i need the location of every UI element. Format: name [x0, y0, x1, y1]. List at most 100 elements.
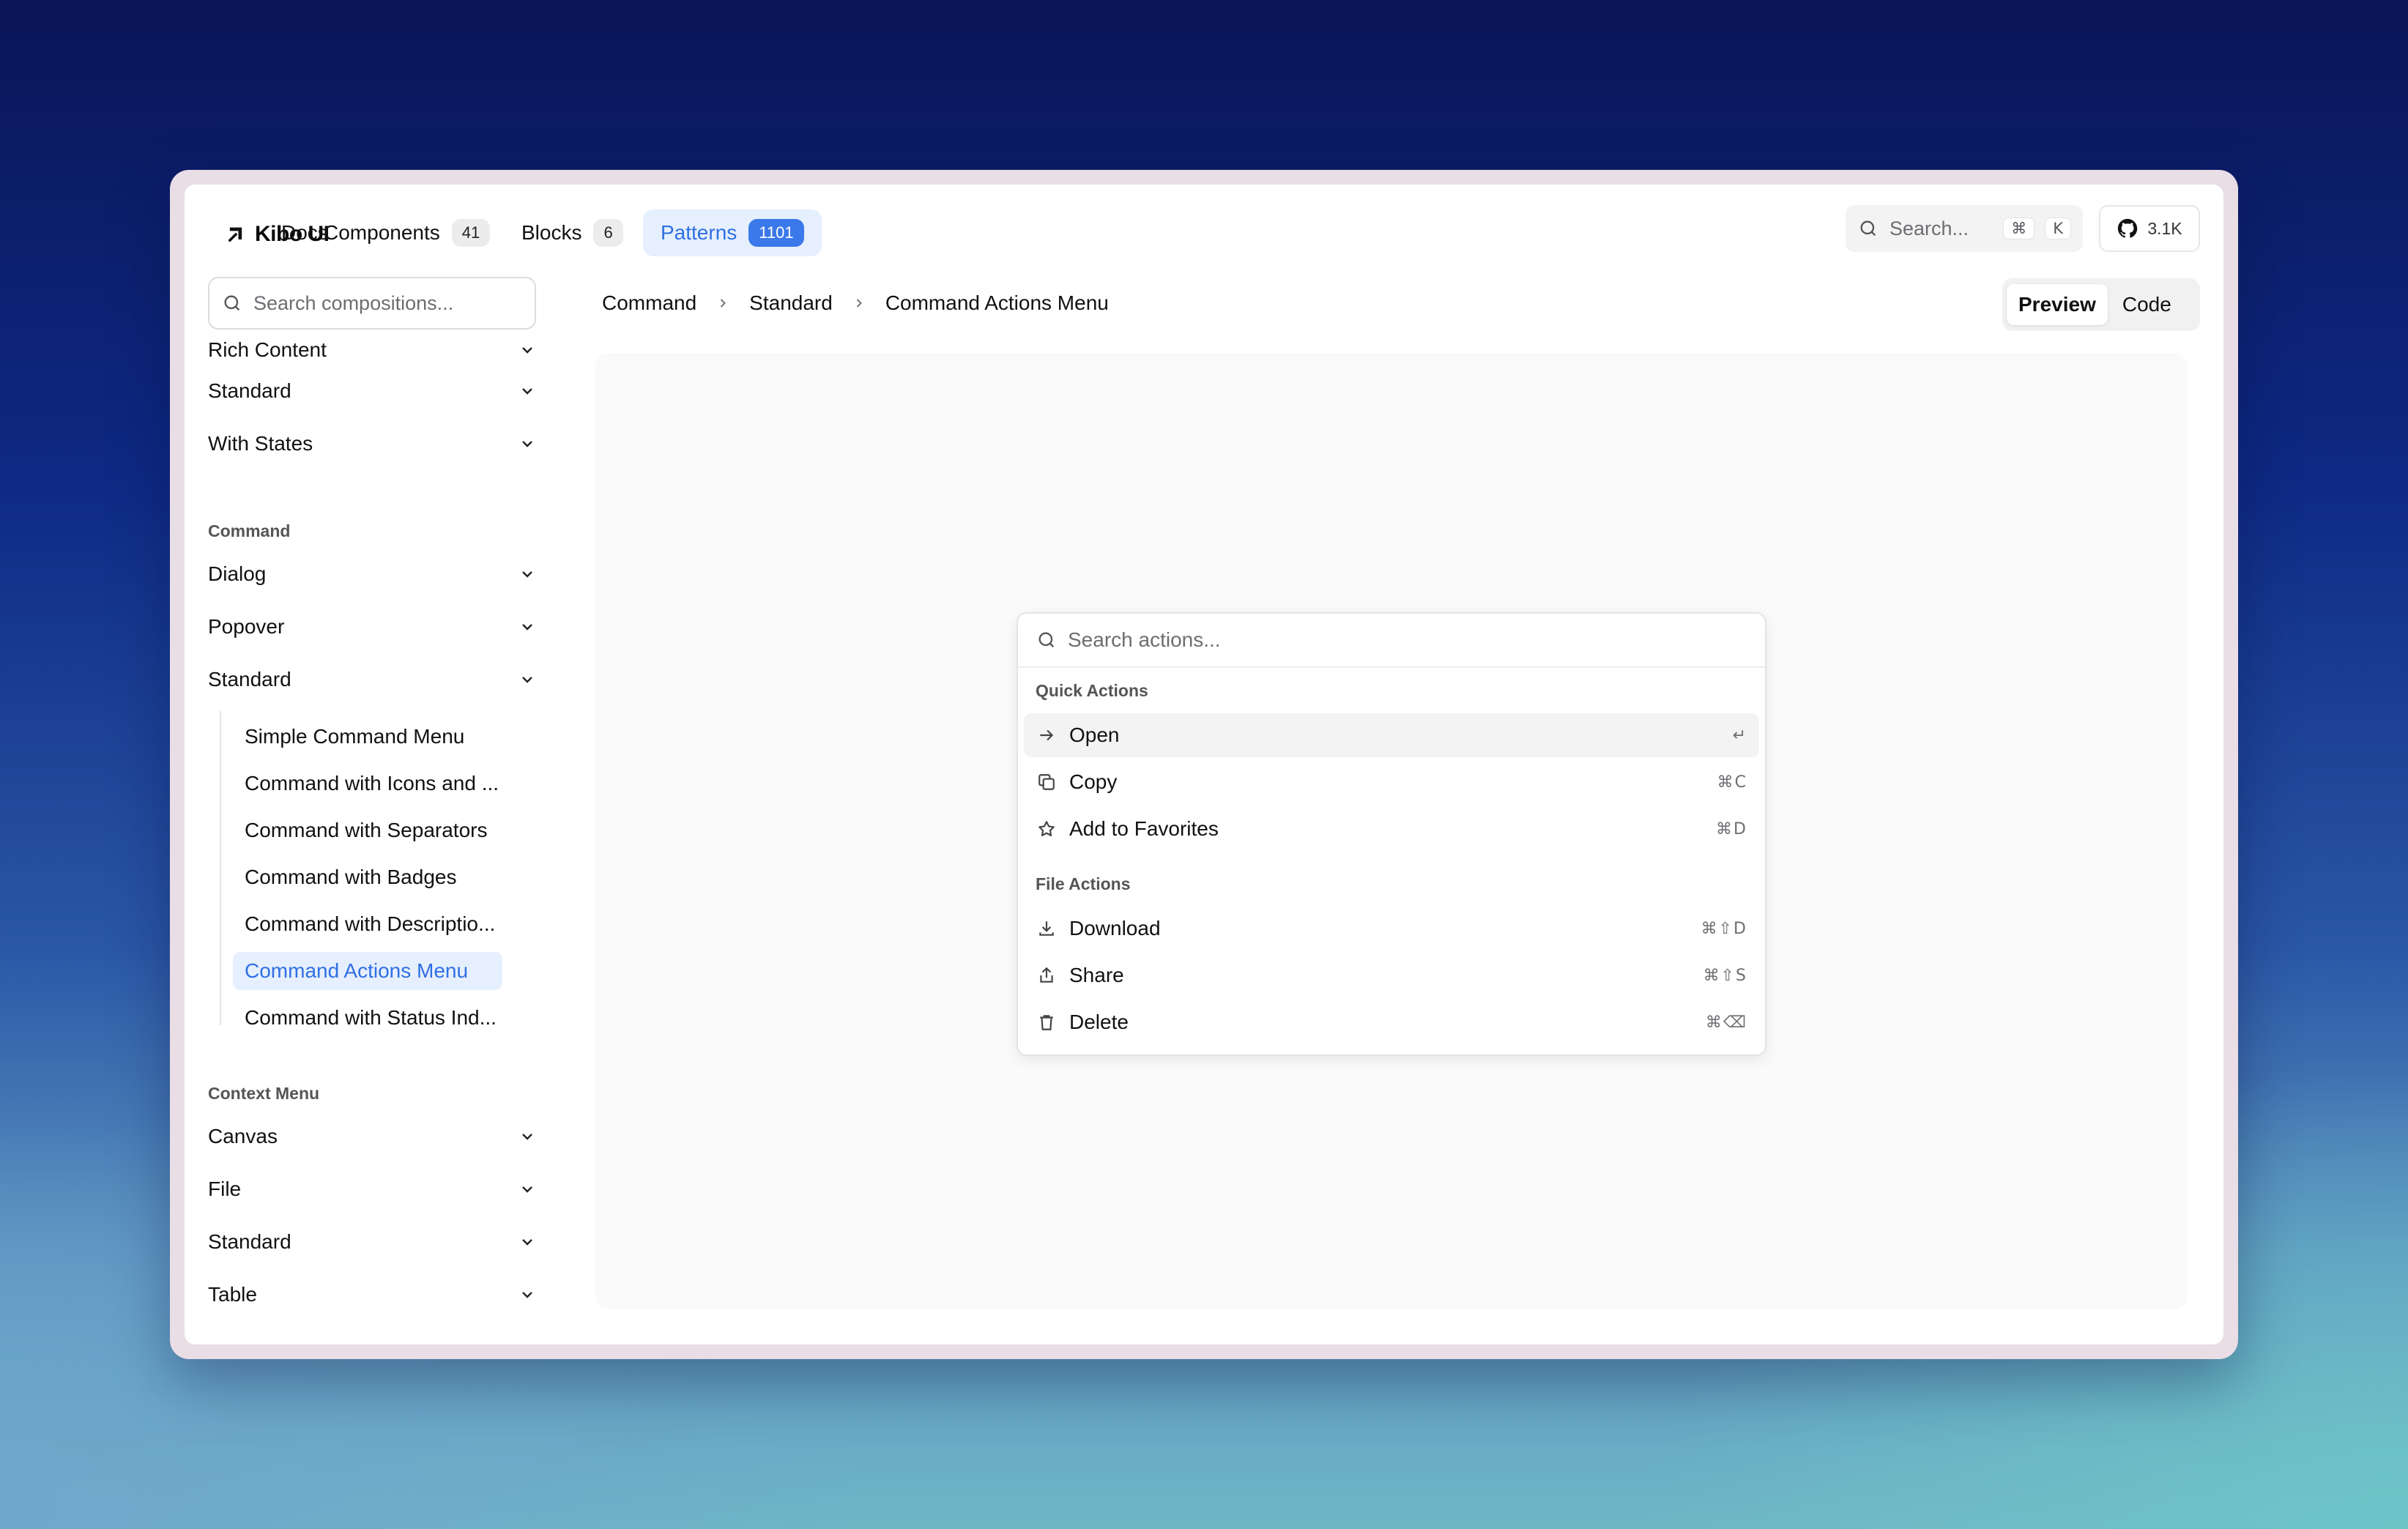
sidebar-group-standard[interactable]: Standard [208, 369, 536, 413]
arrow-right-icon [1036, 724, 1058, 746]
sidebar-group-label: Table [208, 1283, 257, 1306]
command-search-input[interactable]: Search actions... [1018, 614, 1765, 668]
sidebar-group-file[interactable]: File [208, 1167, 536, 1211]
nav-blocks-count: 6 [593, 219, 623, 247]
command-item-label: Share [1069, 964, 1124, 986]
breadcrumb: Command Standard Command Actions Menu [602, 287, 1109, 319]
chevron-down-icon [519, 671, 536, 688]
sidebar-search-input[interactable]: Search compositions... [208, 277, 536, 330]
chevron-right-icon [716, 296, 730, 310]
chevron-down-icon [519, 565, 536, 583]
tab-code[interactable]: Code [2111, 284, 2183, 325]
breadcrumb-standard[interactable]: Standard [749, 291, 833, 315]
sidebar-group-label: Canvas [208, 1125, 278, 1147]
sidebar-group-label: Popover [208, 615, 285, 638]
sidebar-group-with-states[interactable]: With States [208, 422, 536, 466]
copy-icon [1036, 771, 1058, 793]
sidebar-item-command-with-descriptions[interactable]: Command with Descriptio... [233, 905, 502, 943]
command-item-download[interactable]: Download ⌘⇧D [1024, 907, 1759, 950]
sidebar-item-simple-command-menu[interactable]: Simple Command Menu [233, 718, 502, 756]
star-icon [1036, 818, 1058, 840]
global-search[interactable]: Search... ⌘ K [1846, 205, 2083, 252]
chevron-down-icon [519, 618, 536, 636]
sidebar-item-command-actions-menu[interactable]: Command Actions Menu [233, 952, 502, 990]
sidebar-item-command-with-badges[interactable]: Command with Badges [233, 858, 502, 896]
chevron-right-icon [852, 296, 866, 310]
command-item-label: Copy [1069, 770, 1118, 793]
command-item-label: Download [1069, 917, 1161, 940]
command-item-open[interactable]: Open ↵ [1024, 713, 1759, 757]
nav-patterns-count: 1101 [748, 219, 804, 247]
nav-blocks[interactable]: Blocks 6 [504, 209, 641, 256]
sidebar-group-label: File [208, 1178, 242, 1200]
command-item-shortcut: ⌘⇧D [1701, 919, 1747, 938]
tab-preview[interactable]: Preview [2007, 284, 2108, 325]
chevron-down-icon [519, 1180, 536, 1198]
sidebar-group-label: Standard [208, 1230, 291, 1253]
nav-patterns-label: Patterns [661, 221, 737, 244]
command-item-shortcut: ⌘⌫ [1705, 1013, 1747, 1032]
command-item-shortcut: ↵ [1732, 726, 1747, 745]
sidebar-group-rich-content[interactable]: Rich Content [208, 331, 536, 372]
view-toggle: Preview Code [2002, 278, 2200, 331]
nav-patterns[interactable]: Patterns 1101 [643, 209, 822, 256]
logo-icon [226, 224, 246, 245]
sidebar-group-table[interactable]: Table [208, 1273, 536, 1317]
command-item-shortcut: ⌘⇧S [1703, 966, 1747, 985]
download-icon [1036, 918, 1058, 940]
command-item-shortcut: ⌘D [1716, 819, 1747, 838]
search-icon [1857, 217, 1879, 239]
app-window: Kibo UI Docs Components 41 Blocks 6 Patt… [185, 185, 2223, 1344]
group-heading-quick-actions: Quick Actions [1036, 681, 1148, 700]
breadcrumb-current: Command Actions Menu [885, 291, 1109, 314]
command-item-copy[interactable]: Copy ⌘C [1024, 760, 1759, 804]
nav-components-count: 41 [451, 219, 491, 247]
search-icon [221, 292, 243, 314]
sidebar-group-dialog[interactable]: Dialog [208, 552, 536, 596]
sidebar-section-command: Command [208, 521, 291, 540]
shortcut-key-cmd: ⌘ [2003, 217, 2035, 239]
sidebar-item-command-with-separators[interactable]: Command with Separators [233, 811, 502, 849]
sidebar-group-label: Rich Content [208, 338, 327, 361]
command-item-label: Add to Favorites [1069, 817, 1219, 840]
nav-components-label: Components [324, 221, 440, 244]
nav-components[interactable]: Components 41 [306, 209, 508, 256]
chevron-down-icon [519, 341, 536, 359]
nav-blocks-label: Blocks [521, 221, 582, 244]
chevron-down-icon [519, 1128, 536, 1145]
command-search-placeholder: Search actions... [1068, 628, 1221, 651]
global-search-placeholder: Search... [1889, 217, 1969, 239]
sidebar-item-command-with-status[interactable]: Command with Status Ind... [233, 999, 502, 1037]
sidebar-group-label: Standard [208, 379, 291, 402]
sidebar: Rich Content Standard With States Comman… [185, 331, 551, 1344]
github-button[interactable]: 3.1K [2099, 205, 2200, 252]
chevron-down-icon [519, 435, 536, 453]
shortcut-key-k: K [2045, 217, 2071, 239]
sidebar-group-canvas[interactable]: Canvas [208, 1115, 536, 1158]
tree-guide-line [220, 710, 221, 1025]
command-item-add-to-favorites[interactable]: Add to Favorites ⌘D [1024, 807, 1759, 851]
command-item-label: Delete [1069, 1011, 1129, 1033]
search-icon [1036, 629, 1058, 651]
sidebar-group-label: Dialog [208, 562, 267, 585]
sidebar-group-label: Standard [208, 668, 291, 691]
sidebar-group-label: With States [208, 432, 313, 455]
command-item-shortcut: ⌘C [1717, 773, 1747, 792]
chevron-down-icon [519, 1233, 536, 1251]
sidebar-group-context-standard[interactable]: Standard [208, 1220, 536, 1264]
sidebar-item-command-with-icons[interactable]: Command with Icons and ... [233, 764, 502, 803]
chevron-down-icon [519, 382, 536, 400]
sidebar-group-popover[interactable]: Popover [208, 605, 536, 649]
command-menu: Search actions... Quick Actions Open ↵ C… [1017, 612, 1766, 1056]
github-stars: 3.1K [2147, 218, 2182, 238]
group-heading-file-actions: File Actions [1036, 874, 1131, 893]
share-icon [1036, 964, 1058, 986]
github-icon [2117, 217, 2138, 239]
sidebar-search-placeholder: Search compositions... [253, 291, 454, 314]
trash-icon [1036, 1011, 1058, 1033]
command-item-label: Open [1069, 723, 1120, 746]
command-item-delete[interactable]: Delete ⌘⌫ [1024, 1000, 1759, 1044]
command-item-share[interactable]: Share ⌘⇧S [1024, 953, 1759, 997]
sidebar-group-command-standard[interactable]: Standard [208, 658, 536, 702]
breadcrumb-command[interactable]: Command [602, 291, 696, 315]
